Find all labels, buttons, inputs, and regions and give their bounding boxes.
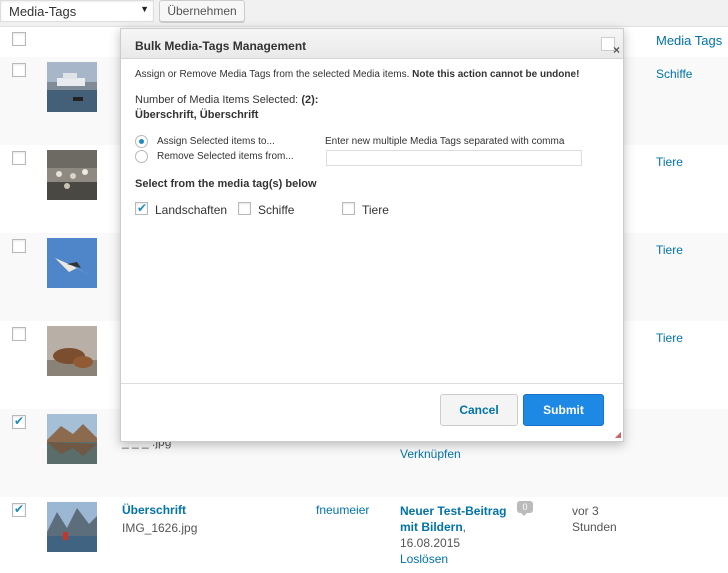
column-header-media-tags[interactable]: Media Tags (656, 33, 722, 48)
tag-checkbox[interactable] (238, 202, 251, 215)
row-checkbox[interactable] (12, 239, 26, 253)
row-checkbox[interactable] (12, 414, 26, 429)
tag-option-label[interactable]: Schiffe (258, 203, 294, 217)
selected-titles: Überschrift, Überschrift (135, 109, 259, 121)
intro-warning: Note this action cannot be undone! (412, 69, 580, 80)
media-thumbnail-ship[interactable] (47, 62, 97, 112)
row-tag-link[interactable]: Tiere (656, 331, 683, 345)
dialog-header: Bulk Media-Tags Management × (121, 29, 623, 59)
media-file-name: IMG_1626.jpg (122, 521, 198, 535)
bulk-media-tags-dialog: Bulk Media-Tags Management × Assign or R… (120, 28, 624, 442)
row-tag-link[interactable]: Tiere (656, 155, 683, 169)
dialog-intro: Assign or Remove Media Tags from the sel… (135, 69, 579, 80)
upload-date: vor 3 Stunden (572, 503, 617, 535)
attached-to-cell: Neuer Test-Beitrag mit Bildern, 16.08.20… (400, 503, 512, 567)
table-row: Überschrift IMG_1626.jpg fneumeier Neuer… (0, 497, 728, 573)
remove-radio-label[interactable]: Remove Selected items from... (157, 151, 294, 162)
selected-count-value: (2): (301, 94, 319, 106)
row-checkbox[interactable] (12, 151, 26, 165)
row-checkbox[interactable] (12, 502, 26, 517)
date-line-2: Stunden (572, 520, 617, 534)
assign-radio[interactable] (135, 135, 148, 148)
new-tags-input[interactable] (326, 150, 582, 166)
submit-button[interactable]: Submit (523, 394, 604, 426)
media-thumbnail-birds[interactable] (47, 150, 97, 200)
assign-radio-label[interactable]: Assign Selected items to... (157, 136, 275, 147)
chevron-down-icon: ▼ (140, 4, 149, 14)
tag-option-label[interactable]: Landschaften (155, 203, 227, 217)
dialog-title: Bulk Media-Tags Management (135, 39, 307, 53)
tag-option-label[interactable]: Tiere (362, 203, 389, 217)
tag-checkbox[interactable] (135, 201, 148, 215)
selected-count: Number of Media Items Selected: (2): (135, 94, 318, 106)
media-thumbnail-mountain-lake[interactable] (47, 414, 97, 464)
detach-link[interactable]: Loslösen (400, 552, 448, 566)
media-thumbnail-walrus[interactable] (47, 326, 97, 376)
intro-text: Assign or Remove Media Tags from the sel… (135, 69, 410, 80)
media-thumbnail-fjord[interactable] (47, 502, 97, 552)
new-tags-label: Enter new multiple Media Tags separated … (325, 136, 565, 147)
author-link[interactable]: fneumeier (316, 503, 369, 517)
media-thumbnail-bird-flying[interactable] (47, 238, 97, 288)
dialog-footer: Cancel Submit (121, 383, 623, 441)
tag-select-heading: Select from the media tag(s) below (135, 178, 317, 190)
resize-grip-icon[interactable]: ◢ (615, 430, 621, 439)
media-title-link[interactable]: Überschrift (122, 503, 186, 517)
date-line-1: vor 3 (572, 504, 599, 518)
selected-count-label: Number of Media Items Selected: (135, 94, 299, 106)
attach-link[interactable]: Verknüpfen (400, 447, 461, 461)
remove-radio[interactable] (135, 150, 148, 163)
apply-button[interactable]: Übernehmen (159, 0, 245, 22)
row-tag-link[interactable]: Tiere (656, 243, 683, 257)
row-tag-link[interactable]: Schiffe (656, 67, 692, 81)
row-checkbox[interactable] (12, 327, 26, 341)
tag-checkbox[interactable] (342, 202, 355, 215)
cancel-button[interactable]: Cancel (440, 394, 518, 426)
attached-post-link[interactable]: Neuer Test-Beitrag mit Bildern (400, 504, 506, 534)
close-icon[interactable]: × (613, 43, 620, 57)
bulk-action-value: Media-Tags (9, 4, 77, 19)
bulk-action-select[interactable]: Media-Tags ▼ (0, 0, 154, 22)
select-all-checkbox[interactable] (12, 32, 26, 46)
row-checkbox[interactable] (12, 63, 26, 77)
comment-count-icon[interactable]: 0 (517, 501, 533, 516)
